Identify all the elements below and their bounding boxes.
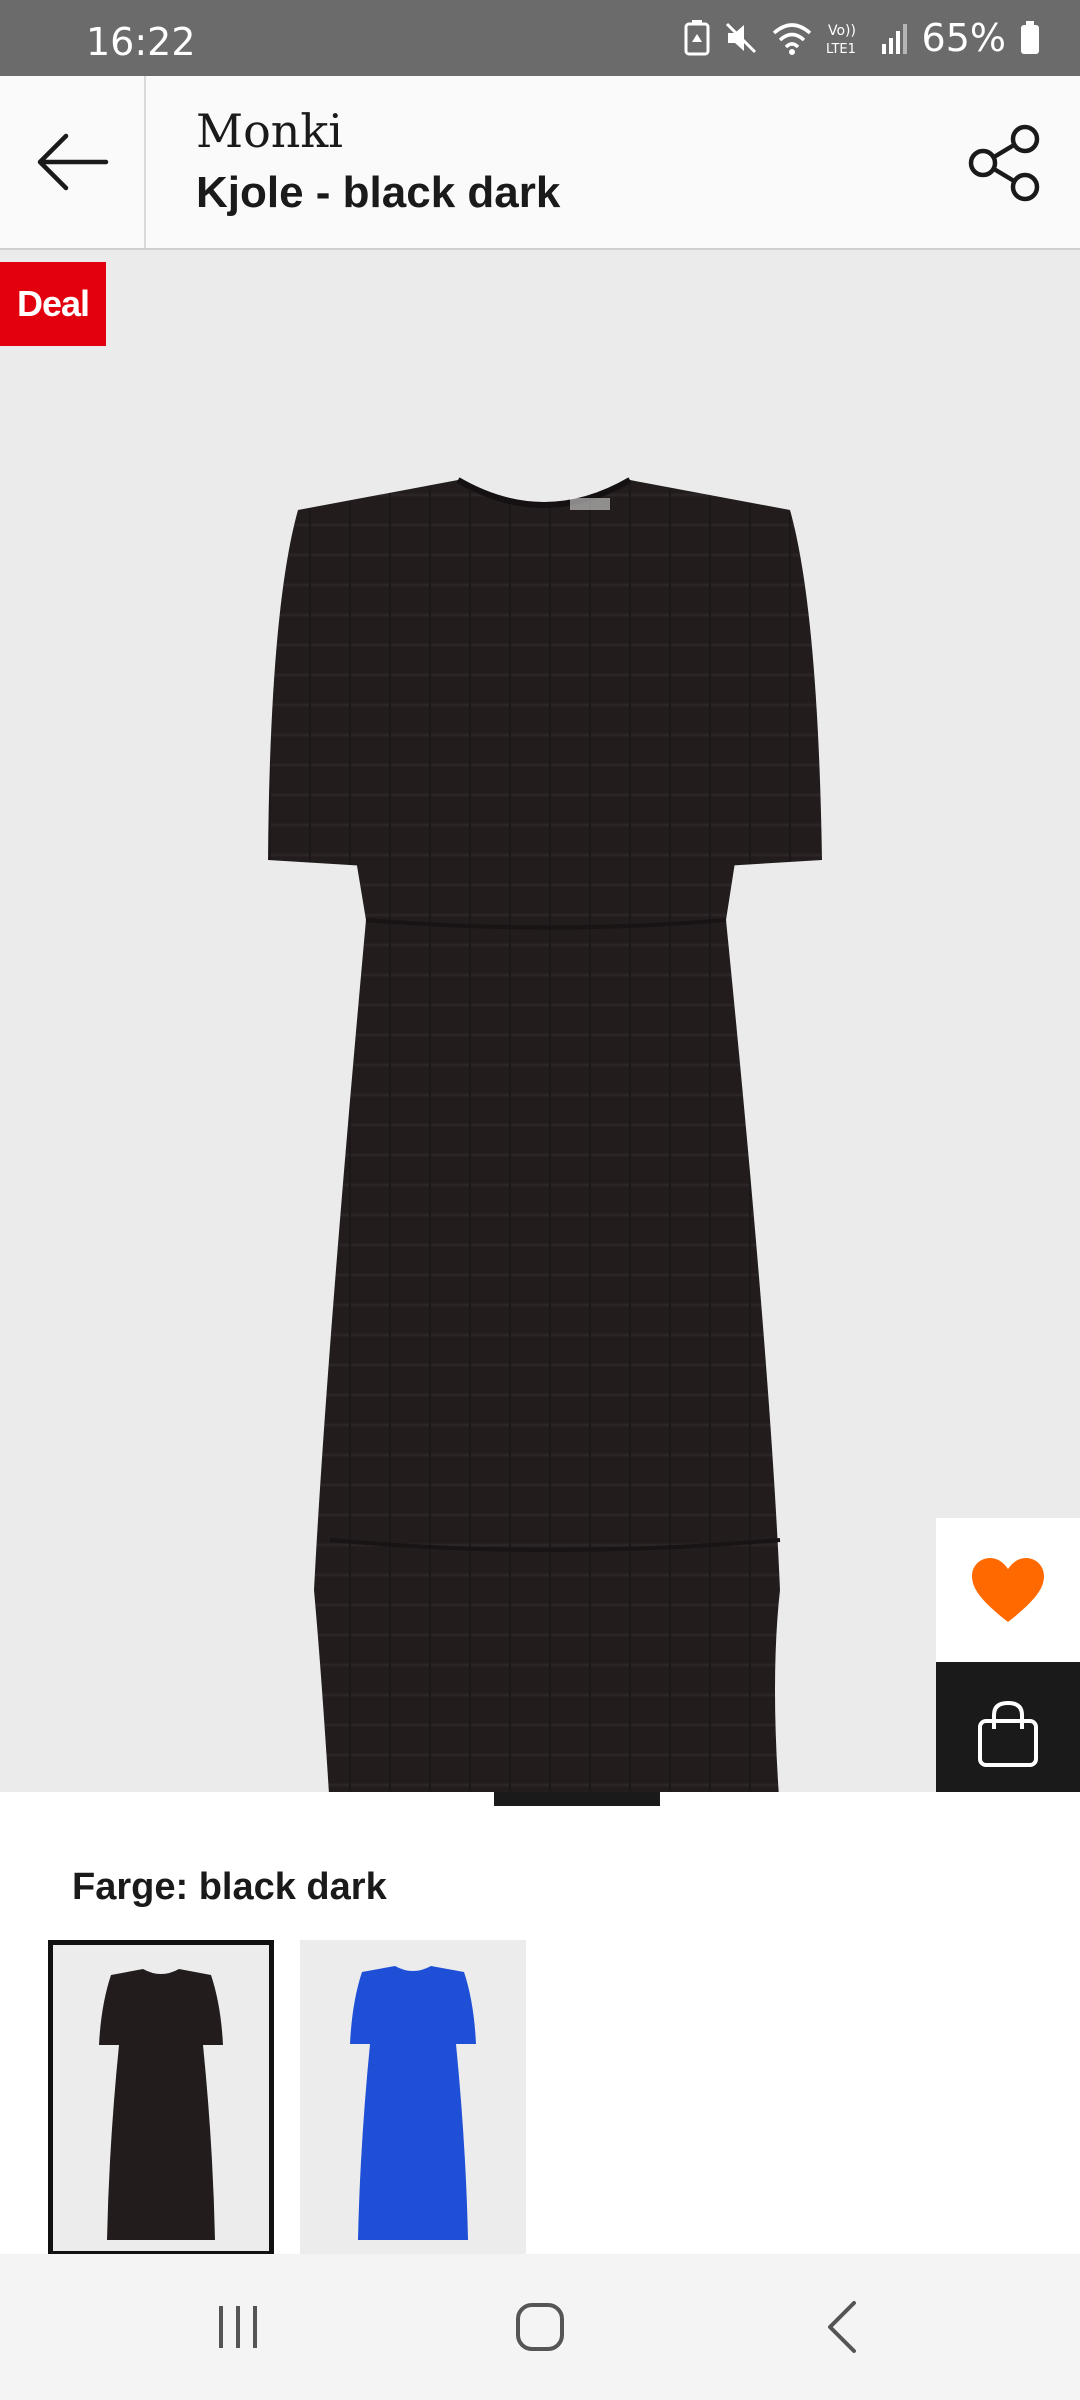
nav-back-button[interactable] [742, 2254, 942, 2400]
status-icons: Vo)) LTE1 65% [684, 14, 1040, 62]
back-button[interactable] [0, 76, 146, 248]
arrow-left-icon [37, 133, 109, 191]
carousel-indicator [0, 1792, 1080, 1806]
heart-icon [972, 1558, 1044, 1622]
battery-icon [1020, 21, 1040, 55]
wifi-icon [772, 21, 812, 55]
favorite-button[interactable] [936, 1518, 1080, 1662]
color-value: black dark [198, 1866, 387, 1908]
mute-icon [724, 21, 758, 55]
recents-icon [219, 2306, 257, 2348]
signal-icon [880, 22, 908, 54]
battery-percent: 65% [921, 16, 1006, 60]
color-label-prefix: Farge: [72, 1866, 199, 1908]
home-icon [516, 2303, 564, 2351]
battery-saver-icon [684, 20, 710, 56]
carousel-active-dot [494, 1792, 660, 1806]
shopping-bag-icon [978, 1700, 1038, 1767]
deal-badge: Deal [0, 262, 106, 346]
black-dress-thumbnail [53, 1945, 269, 2251]
black-dress-image [268, 477, 822, 1792]
blue-dress-thumbnail [300, 1940, 526, 2256]
add-to-bag-button[interactable] [936, 1662, 1080, 1792]
screen: 16:22 Vo)) LTE1 65% Monki Kjole - black … [0, 0, 1080, 2400]
volte-icon: Vo)) LTE1 [826, 20, 866, 56]
svg-text:LTE1: LTE1 [826, 42, 856, 56]
nav-recents-button[interactable] [138, 2254, 338, 2400]
brand-name[interactable]: Monki [196, 104, 343, 158]
product-image-carousel[interactable]: Deal [0, 250, 1080, 1792]
share-button[interactable] [960, 118, 1050, 208]
color-label: Farge: black dark [72, 1866, 387, 1909]
color-swatch-blue[interactable] [300, 1940, 526, 2256]
color-swatch-black-dark[interactable] [48, 1940, 274, 2256]
nav-home-button[interactable] [440, 2254, 640, 2400]
product-title: Kjole - black dark [196, 168, 561, 217]
svg-text:Vo)): Vo)) [828, 23, 856, 39]
status-bar: 16:22 Vo)) LTE1 65% [0, 0, 1080, 76]
share-icon [968, 124, 1040, 202]
app-header: Monki Kjole - black dark [0, 76, 1080, 250]
status-time: 16:22 [86, 20, 196, 64]
system-nav-bar [0, 2254, 1080, 2400]
back-chevron-icon [828, 2301, 856, 2353]
